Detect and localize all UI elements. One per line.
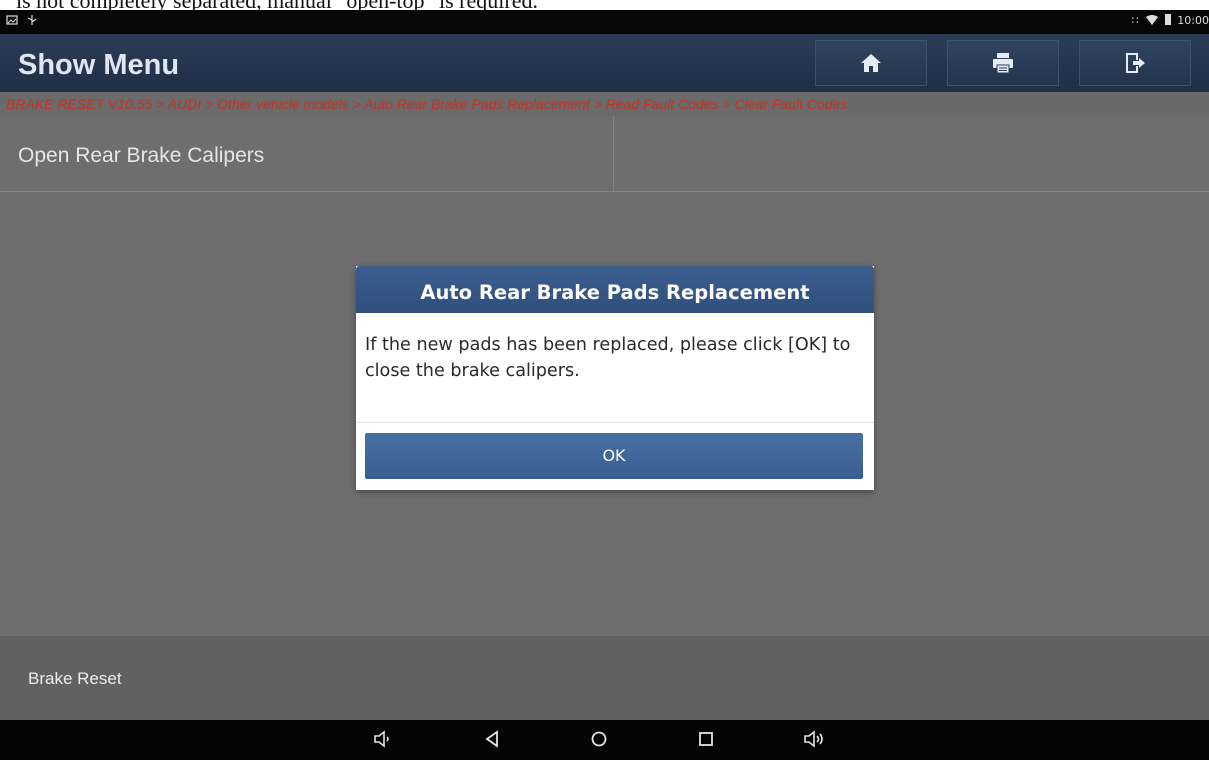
breadcrumb: BRAKE RESET V10.55 > AUDI > Other vehicl… [0, 92, 1209, 116]
menu-item-label: Open Rear Brake Calipers [18, 144, 265, 167]
status-bar: ∷ 10:00 [0, 10, 1209, 34]
status-right: ∷ 10:00 [1132, 14, 1209, 27]
exit-icon [1126, 53, 1145, 73]
print-button[interactable] [947, 40, 1059, 86]
menu-item-open-rear-brake-calipers[interactable]: Open Rear Brake Calipers [0, 116, 614, 191]
footer-label: Brake Reset [28, 669, 122, 688]
print-icon [993, 53, 1013, 74]
volume-down-icon[interactable] [368, 730, 398, 753]
recents-icon[interactable] [691, 730, 721, 753]
battery-icon [1164, 14, 1171, 25]
menu-row[interactable]: Open Rear Brake Calipers [0, 116, 1209, 192]
wifi-icon [1146, 15, 1159, 25]
dialog-divider [356, 422, 874, 423]
usb-icon [27, 15, 37, 25]
image-icon [6, 15, 18, 25]
title-bar: Show Menu [0, 34, 1209, 92]
page-title: Show Menu [18, 49, 180, 81]
clock: 10:00 [1177, 14, 1209, 27]
ok-button[interactable]: OK [365, 433, 863, 479]
document-caption-text: is not completely separated, manual "ope… [16, 0, 538, 10]
home-circle-icon[interactable] [584, 730, 614, 753]
bluetooth-icon: ∷ [1131, 14, 1139, 27]
home-icon [861, 54, 881, 72]
confirm-dialog: Auto Rear Brake Pads Replacement If the … [356, 266, 874, 490]
document-caption: is not completely separated, manual "ope… [0, 0, 1209, 10]
volume-up-icon[interactable] [800, 730, 830, 753]
exit-button[interactable] [1079, 40, 1191, 86]
back-icon[interactable] [477, 730, 507, 753]
navigation-bar [0, 720, 1209, 760]
status-left-icons [6, 13, 38, 27]
home-button[interactable] [815, 40, 927, 86]
dialog-message: If the new pads has been replaced, pleas… [365, 335, 851, 381]
dialog-title: Auto Rear Brake Pads Replacement [356, 266, 874, 313]
footer-bar: Brake Reset [0, 636, 1209, 720]
